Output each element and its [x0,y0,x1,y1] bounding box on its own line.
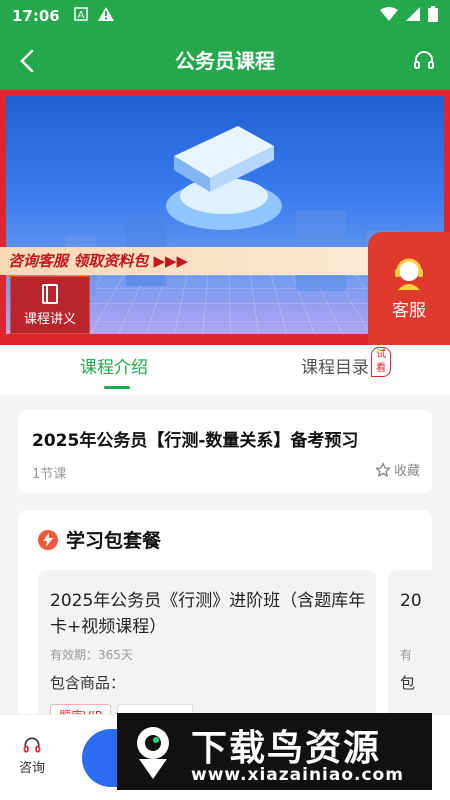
status-bar: 17:06 A [0,0,450,32]
course-tabs: 课程介绍 课程目录 试看 [0,345,450,395]
headset-icon [414,51,434,69]
favorite-button[interactable]: 收藏 [375,460,420,479]
tab-course-intro[interactable]: 课程介绍 [80,345,148,395]
headset-icon [23,737,41,753]
watermark-overlay: 下载鸟资源 www.xiazainiao.com [117,713,432,790]
book-icon [42,284,58,304]
bird-logo-icon [137,727,169,779]
battery-icon [428,6,438,26]
tab-course-catalog[interactable]: 课程目录 试看 [301,345,391,395]
lecture-notes-label: 课程讲义 [23,312,76,327]
lightning-icon [38,529,58,550]
package-name: 2025年公务员《行测》进阶班（含题库年卡+视频课程） [50,591,366,637]
package-validity: 有 [400,648,413,662]
customer-service-button[interactable]: 客服 [368,232,450,345]
page-title: 公务员课程 [175,49,275,73]
package-name: 20 [400,591,422,611]
trial-badge: 试看 [371,347,391,377]
lecture-notes-button[interactable]: 课程讲义 [10,276,90,334]
tab-course-catalog-label: 课程目录 [301,358,369,378]
signal-icon [406,7,420,25]
wifi-icon [380,7,398,25]
support-agent-icon [395,258,423,290]
text-format-icon: A [74,7,88,25]
customer-service-label: 客服 [392,301,426,321]
svg-text:A: A [77,10,84,21]
promo-strip[interactable]: 咨询客服 领取资料包 ▶▶▶ [0,247,370,275]
course-banner[interactable]: 咨询客服 领取资料包 ▶▶▶ 课程讲义 客服 [0,90,450,345]
consult-button[interactable]: 咨询 [14,735,50,776]
course-title: 2025年公务员【行测-数量关系】备考预习 [32,431,359,451]
status-time: 17:06 [12,7,60,25]
warning-icon [97,7,114,25]
watermark-url: www.xiazainiao.com [191,765,404,785]
watermark-title: 下载鸟资源 [191,728,382,769]
app-bar: 公务员课程 [0,32,450,90]
package-includes-label: 包含商品： [50,674,126,692]
tab-course-intro-label: 课程介绍 [80,358,148,378]
favorite-label: 收藏 [393,464,420,479]
package-validity: 有效期：365天 [50,648,133,662]
headset-button[interactable] [412,48,438,74]
package-heading: 学习包套餐 [38,526,161,553]
lesson-count: 1节课 [32,467,67,482]
consult-label: 咨询 [18,761,45,776]
package-includes-label: 包 [400,674,416,692]
star-outline-icon [375,462,391,477]
active-tab-indicator [104,386,130,389]
package-heading-text: 学习包套餐 [66,530,162,552]
course-info-card: 2025年公务员【行测-数量关系】备考预习 1节课 收藏 [18,410,432,493]
